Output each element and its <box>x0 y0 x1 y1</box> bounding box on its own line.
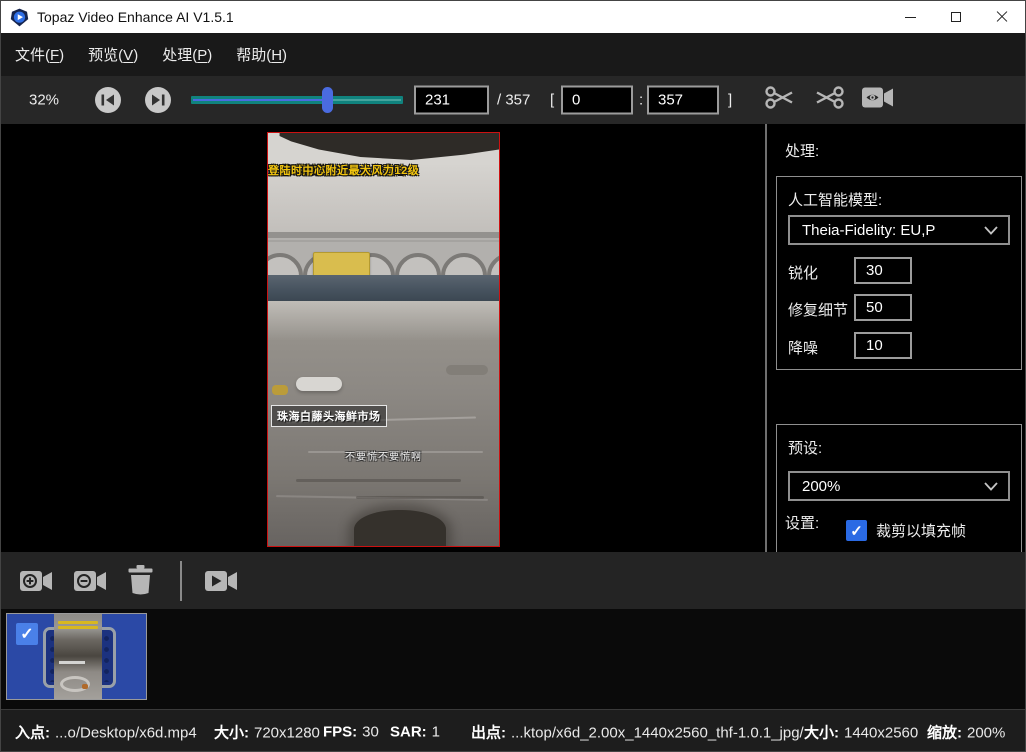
video-bridge <box>268 232 500 276</box>
trim-out-scissors-button[interactable] <box>813 82 846 119</box>
status-fps: FPS:30 <box>323 723 379 740</box>
range-bracket-close: ] <box>728 92 732 109</box>
preview-button[interactable] <box>861 85 895 116</box>
range-bracket-open: [ <box>550 92 554 109</box>
video-caption: 不要慌不要慌啊 <box>268 448 499 463</box>
video-embankment-wall <box>268 275 500 301</box>
check-icon: ✓ <box>20 624 33 644</box>
process-video-button[interactable] <box>204 569 238 593</box>
sharpen-label: 锐化 <box>788 262 818 283</box>
current-frame-input[interactable] <box>414 86 489 115</box>
camera-minus-icon <box>73 569 107 593</box>
trim-in-scissors-button[interactable] <box>763 82 796 119</box>
clip-toolbar <box>1 552 1025 609</box>
processing-heading: 处理: <box>785 140 819 161</box>
restore-detail-input[interactable] <box>854 294 912 321</box>
statusbar: 入点:...o/Desktop/x6d.mp4 大小:720x1280 FPS:… <box>1 709 1025 752</box>
camera-plus-icon <box>19 569 53 593</box>
video-location-label: 珠海白藤头海鲜市场 <box>271 405 387 427</box>
chevron-down-icon <box>984 226 998 235</box>
zoom-level-label: 32% <box>29 92 59 109</box>
video-foreground-debris <box>354 510 446 547</box>
window-controls <box>887 1 1025 33</box>
timeline-slider[interactable] <box>191 87 403 113</box>
scissors-mirrored-icon <box>813 82 846 114</box>
skip-to-start-icon <box>101 94 115 106</box>
preset-label: 预设: <box>788 437 822 458</box>
preset-value: 200% <box>802 478 840 495</box>
status-output-size: 大小:1440x2560 <box>804 721 918 742</box>
video-debris-yellow <box>272 385 288 395</box>
video-submerged-car <box>296 377 342 391</box>
maximize-icon <box>951 12 961 22</box>
menu-item-file[interactable]: 文件(F) <box>15 40 64 69</box>
thumbnail-video-frame <box>54 614 102 699</box>
sharpen-input[interactable] <box>854 257 912 284</box>
ai-model-value: Theia-Fidelity: EU,P <box>802 222 935 239</box>
menu-item-help[interactable]: 帮助(H) <box>236 40 287 69</box>
app-window: Topaz Video Enhance AI V1.5.1 文件(F) 预览(V… <box>0 0 1026 752</box>
skip-to-start-button[interactable] <box>95 87 121 113</box>
slider-handle[interactable] <box>322 87 333 113</box>
close-icon <box>996 11 1008 23</box>
scissors-icon <box>763 82 796 114</box>
video-canopy-shape <box>268 133 499 163</box>
video-preview[interactable]: 台风“海高斯” 已在珠海市金湾区沿海登陆 登陆时中心附近最大风力12级 <box>267 132 500 547</box>
close-button[interactable] <box>979 1 1025 33</box>
crop-to-fill-label: 裁剪以填充帧 <box>876 520 966 541</box>
right-panel: 处理: 人工智能模型: Theia-Fidelity: EU,P 锐化 修复细节… <box>767 124 1026 552</box>
crop-to-fill-row: ✓ 裁剪以填充帧 <box>846 520 966 541</box>
toolbar: 32% / 357 [ : ] <box>1 76 1025 124</box>
crop-to-fill-checkbox[interactable]: ✓ <box>846 520 867 541</box>
window-title: Topaz Video Enhance AI V1.5.1 <box>37 9 234 25</box>
titlebar: Topaz Video Enhance AI V1.5.1 <box>1 1 1025 33</box>
denoise-label: 降噪 <box>788 337 818 358</box>
thumbnail-checkbox[interactable]: ✓ <box>16 623 38 645</box>
status-output-path: 出点:...ktop/x6d_2.00x_1440x2560_thf-1.0.1… <box>471 721 804 742</box>
clipbar-divider <box>180 561 182 601</box>
status-input-size: 大小:720x1280 <box>214 721 320 742</box>
delete-button[interactable] <box>127 565 154 596</box>
slider-progress <box>193 99 329 101</box>
app-logo-icon <box>10 8 29 27</box>
video-submerged-car-dark <box>446 365 488 375</box>
preset-select[interactable]: 200% <box>788 471 1010 501</box>
camera-play-icon <box>204 569 238 593</box>
status-scale: 缩放:200% <box>927 721 1005 742</box>
check-icon: ✓ <box>850 522 863 540</box>
thumbnail-item-selected[interactable]: ✓ <box>6 613 147 700</box>
ai-model-select[interactable]: Theia-Fidelity: EU,P <box>788 215 1010 245</box>
menubar: 文件(F) 预览(V) 处理(P) 帮助(H) <box>1 33 1025 76</box>
range-separator: : <box>639 92 643 109</box>
status-sar: SAR:1 <box>390 723 440 740</box>
range-end-input[interactable] <box>647 86 719 115</box>
frame-total-label: / 357 <box>497 92 530 109</box>
remove-video-button[interactable] <box>73 569 107 593</box>
chevron-down-icon <box>984 482 998 491</box>
status-input-path: 入点:...o/Desktop/x6d.mp4 <box>15 721 197 742</box>
menu-item-process[interactable]: 处理(P) <box>162 40 212 69</box>
minimize-icon <box>905 17 916 18</box>
settings-group: 预设: 200% ✓ 裁剪以填充帧 <box>776 424 1022 552</box>
overlay-title-line3: 登陆时中心附近最大风力12级 <box>268 164 419 178</box>
add-video-button[interactable] <box>19 569 53 593</box>
menu-item-preview[interactable]: 预览(V) <box>88 40 138 69</box>
minimize-button[interactable] <box>887 1 933 33</box>
trash-icon <box>127 565 154 596</box>
range-start-input[interactable] <box>561 86 633 115</box>
thumbnail-strip: ✓ <box>1 609 1025 709</box>
skip-to-end-button[interactable] <box>145 87 171 113</box>
processing-group: 人工智能模型: Theia-Fidelity: EU,P 锐化 修复细节 降噪 <box>776 176 1022 370</box>
video-mist <box>268 301 500 341</box>
ai-model-label: 人工智能模型: <box>788 189 882 210</box>
maximize-button[interactable] <box>933 1 979 33</box>
restore-detail-label: 修复细节 <box>788 299 848 320</box>
denoise-input[interactable] <box>854 332 912 359</box>
skip-to-end-icon <box>151 94 165 106</box>
camera-eye-icon <box>861 85 895 111</box>
main-area: 台风“海高斯” 已在珠海市金湾区沿海登陆 登陆时中心附近最大风力12级 <box>1 124 1025 552</box>
